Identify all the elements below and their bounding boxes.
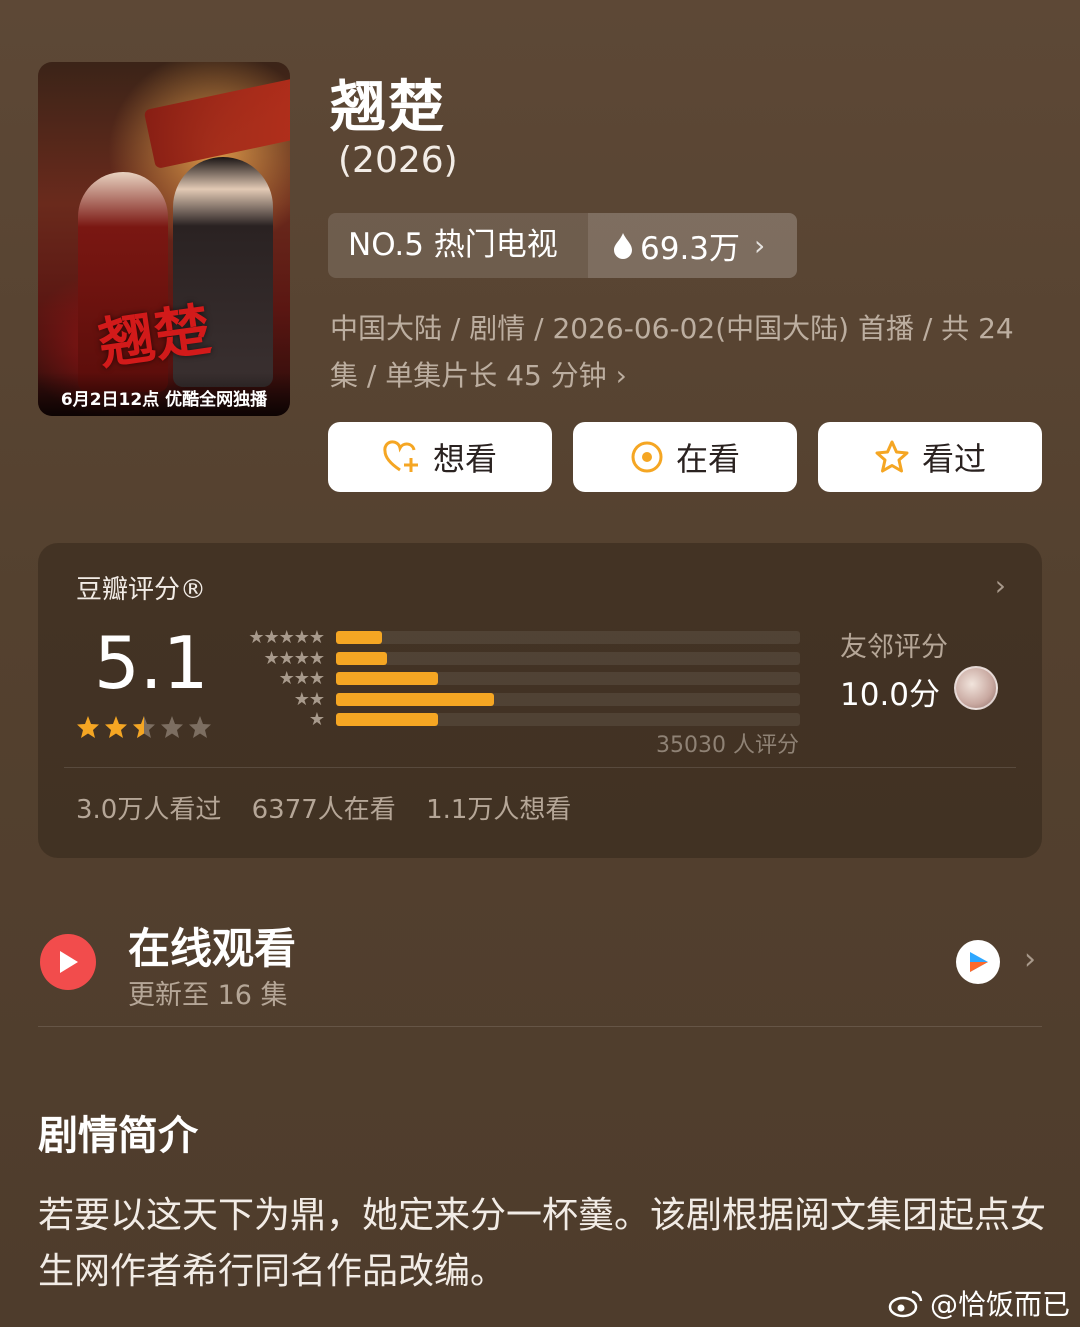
rating-card[interactable]: 豆瓣评分® › 5.1 ★★★★★ ★★★★ ★★★ ★★ ★ 35030 人评… <box>38 543 1042 858</box>
rating-stars <box>77 716 211 738</box>
show-meta[interactable]: 中国大陆 / 剧情 / 2026-06-02(中国大陆) 首播 / 共 24 集… <box>330 305 1020 399</box>
weibo-logo-icon <box>888 1290 923 1318</box>
chevron-right-icon[interactable]: › <box>995 569 1006 602</box>
star-outline-icon <box>875 440 909 473</box>
tier-4-stars-icon: ★★★★ <box>263 647 325 669</box>
rating-score: 5.1 <box>94 621 209 705</box>
online-watch-title[interactable]: 在线观看 <box>128 915 296 976</box>
meta-text: 中国大陆 / 剧情 / 2026-06-02(中国大陆) 首播 / 共 24 集… <box>330 312 1014 392</box>
chevron-right-icon: › <box>754 229 766 262</box>
rank-label: NO.5 热门电视 <box>328 213 588 278</box>
poster-caption: 6月2日12点 优酷全网独播 <box>38 372 290 416</box>
online-watch-subtitle: 更新至 16 集 <box>128 980 288 1011</box>
chevron-right-icon: › <box>615 359 627 392</box>
poster-flag <box>143 74 290 170</box>
heat-section[interactable]: 69.3万 › <box>588 213 797 278</box>
rank-bar[interactable]: NO.5 热门电视 69.3万 › <box>328 213 797 278</box>
heat-value: 69.3万 <box>640 231 741 267</box>
flame-icon <box>614 232 632 259</box>
watching-label: 在看 <box>675 440 740 478</box>
watched-label: 看过 <box>921 440 986 478</box>
watched-count: 3.0万人看过 <box>76 795 222 825</box>
show-year: (2026) <box>338 140 458 181</box>
rating-bar-2-star <box>336 692 494 706</box>
watch-stats: 3.0万人看过 6377人在看 1.1万人想看 <box>76 789 593 826</box>
star-empty-icon <box>161 716 183 738</box>
rating-bar-track <box>336 672 800 685</box>
target-icon <box>631 441 663 473</box>
want-to-watch-button[interactable]: 想看 <box>328 422 552 492</box>
rating-bar-track <box>336 692 800 706</box>
show-title: 翘楚 <box>330 75 446 140</box>
play-triangle-icon <box>60 951 78 973</box>
rating-bar-4-star <box>336 651 388 665</box>
divider <box>38 1026 1042 1027</box>
want-to-watch-label: 想看 <box>432 440 497 478</box>
tier-5-stars-icon: ★★★★★ <box>248 627 325 648</box>
rating-bar-3-star <box>336 672 439 685</box>
rating-label: 豆瓣评分® <box>76 575 207 605</box>
star-full-icon <box>77 716 99 738</box>
poster-image[interactable]: 翘楚 6月2日12点 优酷全网独播 <box>38 62 290 416</box>
heart-plus-icon <box>383 440 418 472</box>
want-count: 1.1万人想看 <box>426 795 572 825</box>
rating-bar-track <box>336 651 800 665</box>
play-icon[interactable] <box>40 934 96 990</box>
divider <box>64 767 1016 768</box>
rating-bar-track <box>336 713 800 726</box>
tier-3-stars-icon: ★★★ <box>278 668 325 689</box>
rating-distribution <box>336 631 800 734</box>
watermark-text: @恰饭而已 <box>930 1288 1071 1321</box>
star-empty-icon <box>189 716 211 738</box>
friend-rating-label: 友邻评分 <box>840 632 948 663</box>
chevron-right-icon[interactable]: › <box>1024 942 1036 977</box>
tier-2-stars-icon: ★★ <box>293 688 325 710</box>
intro-title: 剧情简介 <box>38 1113 198 1159</box>
watching-button[interactable]: 在看 <box>573 422 797 492</box>
rating-bar-5-star <box>336 631 383 644</box>
poster-calligraphy: 翘楚 <box>94 296 215 378</box>
watermark: @恰饭而已 <box>888 1283 1070 1323</box>
star-full-icon <box>105 716 127 738</box>
star-tier-labels: ★★★★★ ★★★★ ★★★ ★★ ★ <box>234 627 325 731</box>
rating-count: 35030 人评分 <box>656 733 799 758</box>
rating-bar-track <box>336 631 800 644</box>
rating-bar-1-star <box>336 713 439 726</box>
watched-button[interactable]: 看过 <box>818 422 1042 492</box>
watching-count: 6377人在看 <box>251 795 396 825</box>
youku-play-icon <box>970 952 988 972</box>
friend-rating-score: 10.0分 <box>840 677 941 713</box>
friend-avatar[interactable] <box>954 666 998 710</box>
youku-logo-icon[interactable] <box>956 940 1000 984</box>
tier-1-star-icon: ★ <box>308 709 325 730</box>
